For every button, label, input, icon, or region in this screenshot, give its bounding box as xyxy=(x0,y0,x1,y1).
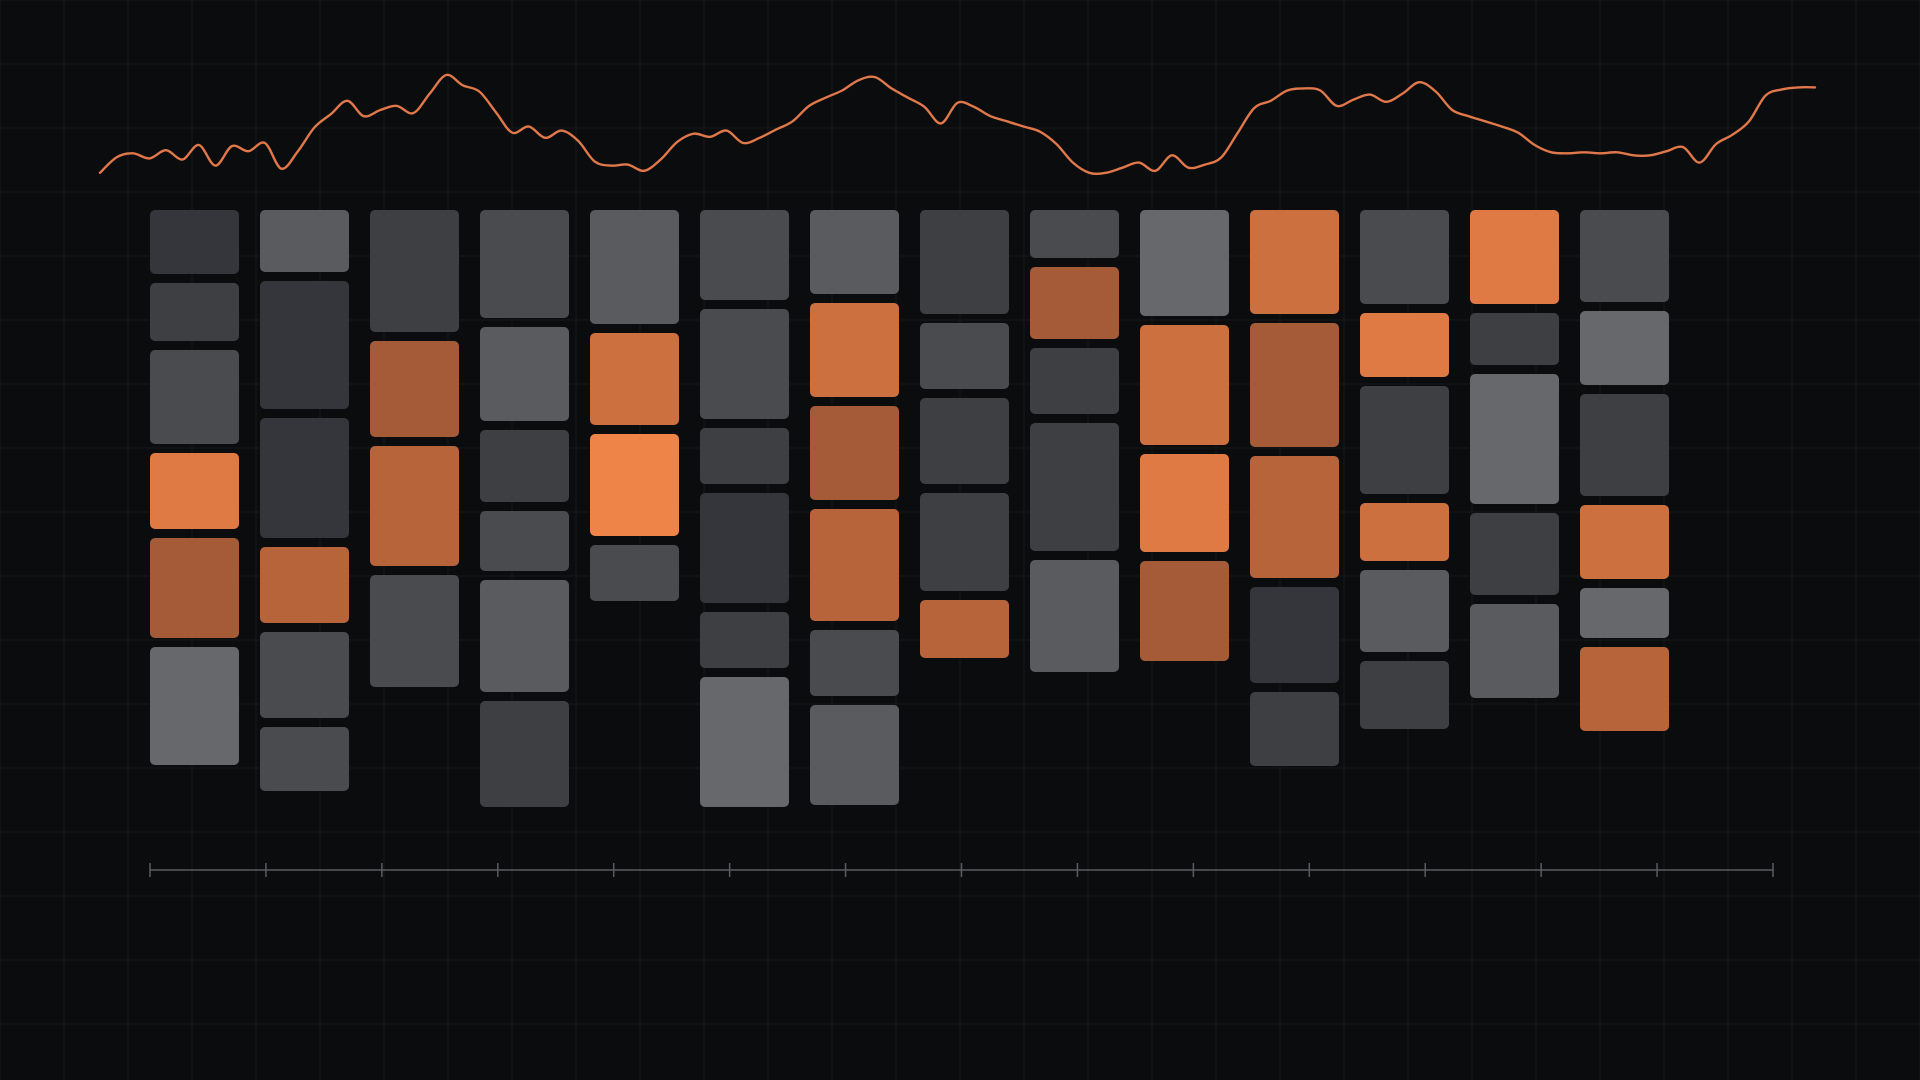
column-14-block-2 xyxy=(1580,311,1669,385)
column-13-block-1 xyxy=(1470,210,1559,304)
column-2-block-2 xyxy=(260,281,349,409)
column-3 xyxy=(370,210,459,687)
column-9-block-5 xyxy=(1030,560,1119,672)
column-11-block-1 xyxy=(1250,210,1339,314)
column-9-block-2 xyxy=(1030,267,1119,339)
column-7 xyxy=(810,210,899,805)
column-11-block-3 xyxy=(1250,456,1339,578)
column-7-block-3 xyxy=(810,406,899,500)
column-2-block-4 xyxy=(260,547,349,623)
column-11-block-5 xyxy=(1250,692,1339,766)
column-3-block-4 xyxy=(370,575,459,687)
column-14-block-4 xyxy=(1580,505,1669,579)
column-13-block-4 xyxy=(1470,513,1559,595)
column-4 xyxy=(480,210,569,807)
column-7-block-2 xyxy=(810,303,899,397)
column-5-block-1 xyxy=(590,210,679,324)
column-9-block-1 xyxy=(1030,210,1119,258)
column-1-block-4 xyxy=(150,453,239,529)
trend-line xyxy=(98,73,1817,176)
column-1-block-6 xyxy=(150,647,239,765)
column-14-block-1 xyxy=(1580,210,1669,302)
column-11-block-4 xyxy=(1250,587,1339,683)
column-1 xyxy=(150,210,239,765)
column-13-block-3 xyxy=(1470,374,1559,504)
column-1-block-2 xyxy=(150,283,239,341)
column-2-block-3 xyxy=(260,418,349,538)
column-13-block-5 xyxy=(1470,604,1559,698)
column-13-block-2 xyxy=(1470,313,1559,365)
stacked-block-chart xyxy=(0,0,1920,1080)
column-6-block-5 xyxy=(700,612,789,668)
column-5-block-4 xyxy=(590,545,679,601)
column-10-block-2 xyxy=(1140,325,1229,445)
column-4-block-6 xyxy=(480,701,569,807)
column-11-block-2 xyxy=(1250,323,1339,447)
column-2-block-5 xyxy=(260,632,349,718)
column-2-block-1 xyxy=(260,210,349,272)
column-6-block-6 xyxy=(700,677,789,807)
column-14 xyxy=(1580,210,1669,731)
column-6-block-3 xyxy=(700,428,789,484)
column-3-block-2 xyxy=(370,341,459,437)
column-9-block-4 xyxy=(1030,423,1119,551)
column-13 xyxy=(1470,210,1559,698)
column-3-block-1 xyxy=(370,210,459,332)
column-7-block-1 xyxy=(810,210,899,294)
column-12-block-1 xyxy=(1360,210,1449,304)
column-7-block-4 xyxy=(810,509,899,621)
column-8-block-3 xyxy=(920,398,1009,484)
block-columns xyxy=(150,210,1669,807)
column-4-block-4 xyxy=(480,511,569,571)
column-1-block-1 xyxy=(150,210,239,274)
column-4-block-1 xyxy=(480,210,569,318)
column-10 xyxy=(1140,210,1229,661)
column-8-block-4 xyxy=(920,493,1009,591)
column-9-block-3 xyxy=(1030,348,1119,414)
column-8-block-5 xyxy=(920,600,1009,658)
column-12-block-2 xyxy=(1360,313,1449,377)
column-4-block-3 xyxy=(480,430,569,502)
column-7-block-5 xyxy=(810,630,899,696)
column-6-block-2 xyxy=(700,309,789,419)
column-8-block-1 xyxy=(920,210,1009,314)
column-12 xyxy=(1360,210,1449,729)
column-4-block-2 xyxy=(480,327,569,421)
column-10-block-4 xyxy=(1140,561,1229,661)
column-10-block-3 xyxy=(1140,454,1229,552)
column-12-block-6 xyxy=(1360,661,1449,729)
column-9 xyxy=(1030,210,1119,672)
column-5 xyxy=(590,210,679,601)
column-1-block-3 xyxy=(150,350,239,444)
column-12-block-3 xyxy=(1360,386,1449,494)
column-2 xyxy=(260,210,349,791)
column-1-block-5 xyxy=(150,538,239,638)
column-11 xyxy=(1250,210,1339,766)
column-5-block-3 xyxy=(590,434,679,536)
column-8 xyxy=(920,210,1009,658)
column-2-block-6 xyxy=(260,727,349,791)
column-8-block-2 xyxy=(920,323,1009,389)
column-3-block-3 xyxy=(370,446,459,566)
column-14-block-3 xyxy=(1580,394,1669,496)
column-7-block-6 xyxy=(810,705,899,805)
x-axis xyxy=(149,863,1774,877)
column-10-block-1 xyxy=(1140,210,1229,316)
column-4-block-5 xyxy=(480,580,569,692)
chart-stage xyxy=(0,0,1920,1080)
column-6 xyxy=(700,210,789,807)
column-6-block-4 xyxy=(700,493,789,603)
column-14-block-6 xyxy=(1580,647,1669,731)
column-5-block-2 xyxy=(590,333,679,425)
column-14-block-5 xyxy=(1580,588,1669,638)
column-12-block-4 xyxy=(1360,503,1449,561)
trend-line-layer xyxy=(98,73,1817,176)
column-12-block-5 xyxy=(1360,570,1449,652)
column-6-block-1 xyxy=(700,210,789,300)
